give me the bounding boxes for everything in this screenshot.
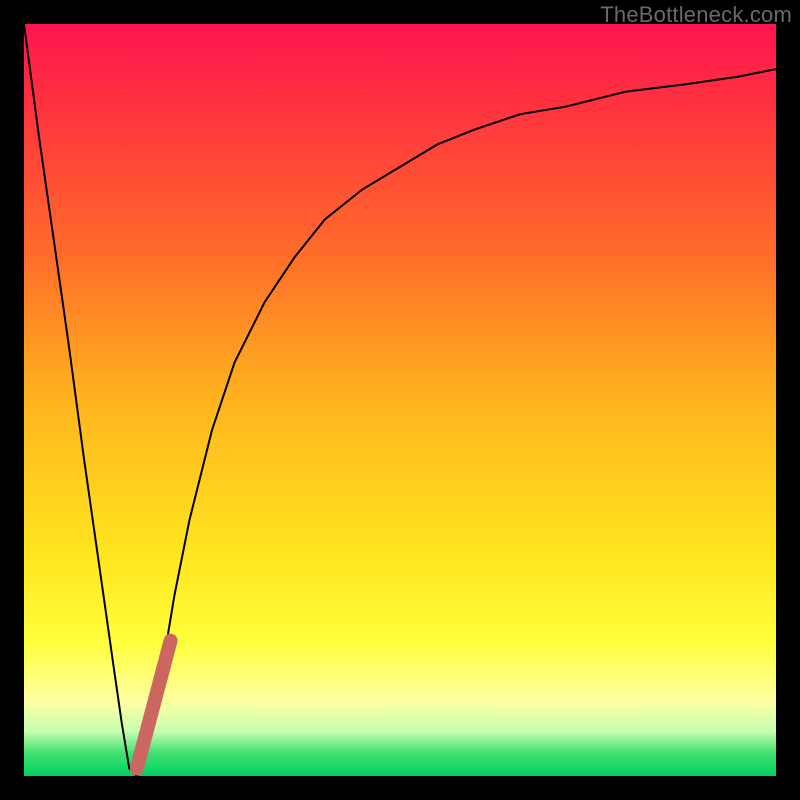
highlight-segment (137, 641, 171, 769)
chart-svg (24, 24, 776, 776)
bottleneck-curve (24, 24, 776, 776)
plot-area (24, 24, 776, 776)
chart-frame: TheBottleneck.com (0, 0, 800, 800)
